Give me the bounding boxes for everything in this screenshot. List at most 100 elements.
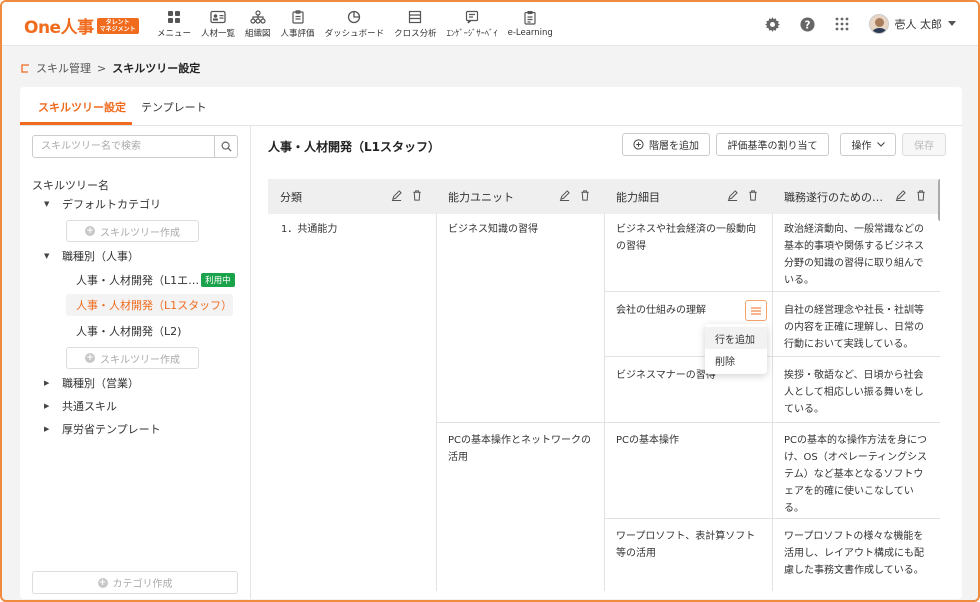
back-arrow-icon[interactable] — [20, 63, 30, 73]
breadcrumb-separator: > — [97, 61, 107, 75]
nav-talent-list[interactable]: 人材一覧 — [196, 2, 240, 46]
skill-tree-sidebar: スキルツリー名 ▼ デフォルトカテゴリ + スキルツリー作成 ▼ 職種別（人事）… — [20, 126, 251, 599]
item-cell: ビジネスや社会経済の一般動向の習得 — [616, 224, 756, 252]
page-title: 人事・人材開発（L1スタッフ） — [268, 140, 440, 154]
tab-active-indicator — [20, 122, 132, 125]
tree-leaf[interactable]: 人事・人材開発（L1エ… 利用中 — [76, 269, 235, 291]
tree-node-job-sales[interactable]: ▶ 職種別（営業） — [44, 372, 139, 394]
id-card-icon — [210, 10, 226, 23]
edit-icon[interactable] — [895, 190, 906, 201]
tree-node-default-category[interactable]: ▼ デフォルトカテゴリ — [44, 193, 161, 215]
assign-criteria-button[interactable]: 評価基準の割り当て — [716, 133, 829, 156]
nav-evaluation[interactable]: 人事評価 — [276, 2, 320, 46]
search-button[interactable] — [214, 136, 237, 157]
tree-leaf[interactable]: 人事・人材開発（L2) — [76, 320, 181, 342]
apps-grid-icon[interactable] — [835, 17, 849, 31]
grid-line — [604, 291, 940, 292]
chevron-down-icon — [948, 21, 956, 26]
caret-right-icon: ▶ — [44, 402, 50, 410]
operations-dropdown[interactable]: 操作 — [840, 133, 896, 156]
create-tree-button[interactable]: + スキルツリー作成 — [66, 220, 199, 242]
clipboard-icon — [291, 9, 304, 24]
table-icon — [409, 10, 422, 23]
edit-icon[interactable] — [727, 190, 738, 201]
tree-node-job-hr[interactable]: ▼ 職種別（人事） — [44, 245, 139, 267]
tree-title: スキルツリー名 — [32, 179, 109, 192]
svg-text:?: ? — [804, 19, 810, 31]
caret-down-icon: ▼ — [44, 200, 50, 208]
help-icon[interactable]: ? — [799, 16, 815, 32]
caret-right-icon: ▶ — [44, 379, 50, 387]
category-cell: 1．共通能力 — [281, 224, 338, 235]
org-chart-icon — [250, 9, 266, 24]
grid-icon — [168, 10, 180, 23]
trash-icon[interactable] — [580, 190, 590, 201]
plus-circle-icon: + — [97, 577, 108, 588]
delete-menu-item[interactable]: 削除 — [705, 349, 767, 371]
grid-line — [604, 518, 940, 519]
description-cell: ワープロソフトの様々な機能を活用し、レイアウト構成にも配慮した事務文書作成してい… — [784, 531, 924, 576]
description-cell: 政治経済動向、一般常識などの基本的事項や関係するビジネス分野の知識の習得に取り組… — [784, 224, 924, 286]
nav-engagement-survey[interactable]: ｴﾝｹﾞｰｼﾞｻｰﾍﾞｲ — [442, 2, 503, 46]
logo-badge: タレント マネジメント — [96, 17, 139, 34]
grid-line — [604, 356, 940, 357]
column-header: 能力細目 — [604, 179, 772, 214]
hamburger-icon — [751, 306, 761, 315]
tree-search-input[interactable] — [33, 136, 214, 157]
item-cell: ワープロソフト、表計算ソフト等の活用 — [616, 531, 756, 559]
plus-circle-icon — [633, 139, 644, 150]
trash-icon[interactable] — [748, 190, 758, 201]
save-button[interactable]: 保存 — [902, 133, 946, 156]
item-cell: 会社の仕組みの理解 — [616, 305, 706, 316]
chevron-down-icon — [876, 142, 885, 147]
unit-cell: PCの基本操作とネットワークの活用 — [448, 435, 592, 463]
breadcrumb: スキル管理 > スキルツリー設定 — [20, 60, 200, 76]
edit-icon[interactable] — [559, 190, 570, 201]
unit-cell: ビジネス知識の習得 — [448, 224, 538, 235]
logo-text: One人事 — [24, 18, 94, 38]
breadcrumb-parent[interactable]: スキル管理 — [36, 60, 91, 76]
column-header: 能力ユニット — [436, 179, 604, 214]
create-tree-button[interactable]: + スキルツリー作成 — [66, 347, 199, 369]
description-cell: PCの基本的な操作方法を身につけ、OS（オペレーティングシステム）など基本となる… — [784, 435, 928, 514]
trash-icon[interactable] — [916, 190, 926, 201]
trash-icon[interactable] — [412, 190, 422, 201]
user-name: 壱人 太郎 — [894, 18, 943, 31]
nav-menu[interactable]: メニュー — [152, 2, 196, 46]
pie-chart-icon — [348, 10, 361, 23]
in-use-badge: 利用中 — [201, 273, 235, 287]
description-cell: 自社の経営理念や社長・社訓等の内容を正確に理解し、日常の行動において実践している… — [784, 305, 924, 350]
column-header: 職務遂行のための… — [772, 179, 940, 214]
plus-circle-icon: + — [85, 353, 95, 363]
tab-template[interactable]: テンプレート — [141, 99, 207, 115]
grid-line — [604, 214, 605, 591]
user-menu[interactable]: 壱人 太郎 — [868, 14, 956, 34]
column-header: 分類 — [268, 179, 436, 214]
edit-icon[interactable] — [391, 190, 402, 201]
content-card: スキルツリー設定 テンプレート スキルツリー名 ▼ デフォルトカテゴリ + スキ… — [20, 87, 962, 599]
table-scrollbar[interactable] — [938, 179, 940, 221]
create-category-button[interactable]: + カテゴリ作成 — [32, 571, 238, 594]
grid-line — [436, 214, 437, 591]
book-icon — [524, 10, 536, 25]
tree-node-mhlw-template[interactable]: ▶ 厚労省テンプレート — [44, 418, 161, 440]
gear-icon[interactable] — [764, 16, 780, 32]
tab-bar: スキルツリー設定 テンプレート — [20, 87, 962, 126]
plus-circle-icon: + — [85, 226, 95, 236]
app-frame: One人事 タレント マネジメント メニュー 人材一覧 組織図 人事評価 ダッシ… — [0, 0, 980, 602]
table-header: 分類 能力ユニット 能力細目 職務遂行のための… — [268, 179, 940, 214]
app-logo[interactable]: One人事 タレント マネジメント — [24, 13, 139, 38]
add-level-button[interactable]: 階層を追加 — [622, 133, 710, 156]
nav-elearning[interactable]: e-Learning — [503, 2, 558, 46]
nav-org-chart[interactable]: 組織図 — [240, 2, 276, 46]
add-row-menu-item[interactable]: 行を追加 — [705, 327, 767, 349]
tree-leaf-selected[interactable]: 人事・人材開発（L1スタッフ） — [66, 294, 233, 316]
nav-dashboard[interactable]: ダッシュボード — [320, 2, 390, 46]
row-menu-button[interactable] — [745, 300, 767, 321]
nav-cross-analysis[interactable]: クロス分析 — [389, 2, 442, 46]
breadcrumb-current: スキルツリー設定 — [112, 62, 201, 75]
tree-node-common-skills[interactable]: ▶ 共通スキル — [44, 395, 117, 417]
skill-table: 分類 能力ユニット 能力細目 職務遂行のための… 1．共通能力 ビジネス知識の習… — [268, 179, 940, 591]
grid-line — [772, 214, 773, 591]
tab-skill-tree-settings[interactable]: スキルツリー設定 — [38, 99, 126, 115]
